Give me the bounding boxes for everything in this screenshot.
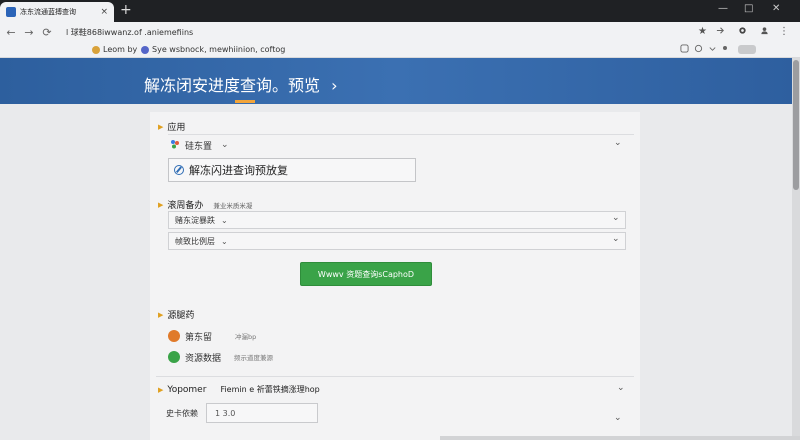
- address-bar[interactable]: l 球鞋868iwwanz.of .aniemefiins: [66, 25, 696, 39]
- chevron-down-icon: ⌄: [221, 236, 228, 246]
- filter-option-2: 帧致比例层: [175, 236, 215, 246]
- maximize-icon[interactable]: □: [744, 3, 753, 14]
- expand-caret-icon: ▶: [158, 385, 164, 394]
- site-favicon-icon: [6, 7, 16, 17]
- app-logo-icon: [170, 139, 180, 152]
- section-footer-description: Fiemin e 祈蕾铁摘涨理hop: [220, 385, 320, 394]
- field-chevron-icon[interactable]: ⌄: [614, 413, 622, 423]
- filter-select-1[interactable]: 赌东淀暴跌 ⌄: [168, 211, 626, 229]
- chevron-down-icon: ⌄: [221, 140, 229, 150]
- status-icon: [174, 165, 184, 175]
- filter-2-chevron-icon[interactable]: ⌄: [612, 234, 620, 244]
- app-selector[interactable]: 硅东置 ⌄: [170, 136, 229, 154]
- bookmark-1-label: Leom by: [103, 45, 138, 54]
- sync-icon[interactable]: [694, 44, 703, 55]
- reload-icon[interactable]: ⟳: [38, 26, 56, 39]
- divider: [156, 376, 634, 377]
- new-tab-button[interactable]: +: [120, 3, 132, 17]
- forward-arrow-icon[interactable]: →: [20, 26, 38, 39]
- expand-caret-icon: ▶: [158, 122, 164, 131]
- resource-1-value: 冲漏bp: [235, 333, 257, 341]
- section-app-header[interactable]: ▶ 应用: [158, 120, 186, 134]
- filter-option-1: 赌东淀暴跌: [175, 215, 215, 225]
- resource-2-value: 频示道度兼源: [234, 354, 274, 362]
- section-footer-header[interactable]: ▶ Yopomer Fiemin e 祈蕾铁摘涨理hop: [158, 384, 320, 395]
- bookmark-toggle-pill[interactable]: [738, 45, 756, 54]
- query-button[interactable]: Wwwv 资题查询sCaphoD: [300, 262, 432, 286]
- resource-2-name: 资源数据: [185, 353, 222, 364]
- extension-icon[interactable]: [738, 26, 747, 38]
- tab-bar: 冻东流通蓝搏查询 × + — □ ✕: [0, 0, 800, 22]
- tab-title: 冻东流通蓝搏查询: [20, 8, 76, 16]
- reading-icon[interactable]: [680, 44, 689, 55]
- resource-item-2[interactable]: 资源数据 频示道度兼源: [168, 348, 273, 366]
- page-title: 解冻闭安进度查询。预览 ›: [144, 76, 338, 95]
- bookmark-star-icon[interactable]: ★: [698, 26, 707, 37]
- active-tab[interactable]: 冻东流通蓝搏查询 ×: [0, 2, 114, 22]
- section-filters-subtitle: 兼业米质米凝: [213, 201, 253, 210]
- section-filters-title: 滚周备办: [167, 201, 204, 211]
- filter-select-2[interactable]: 帧致比例层 ⌄: [168, 232, 626, 250]
- back-arrow-icon[interactable]: ←: [2, 26, 20, 39]
- status-text: 解冻闪进查询预放复: [189, 164, 288, 177]
- bookmark-2-label: Sye wsbnock, mewhiinion, coftog: [152, 45, 286, 54]
- bottom-status-bar: [440, 436, 800, 440]
- tab-close-icon[interactable]: ×: [100, 7, 108, 17]
- scroll-thumb[interactable]: [793, 60, 799, 190]
- dropdown-icon[interactable]: [708, 44, 717, 55]
- bookmarks-bar: Leom by Sye wsbnock, mewhiinion, coftog: [0, 42, 800, 58]
- address-url: l 球鞋868iwwanz.of .aniemefiins: [66, 27, 194, 37]
- resource-2-icon: [168, 351, 180, 363]
- status-box: 解冻闪进查询预放复: [168, 158, 416, 182]
- resource-1-name: 第东留: [185, 332, 213, 343]
- footer-chevron-icon[interactable]: ⌄: [617, 383, 625, 393]
- title-accent-underline: [235, 100, 255, 103]
- page-banner: 解冻闭安进度查询。预览 ›: [0, 58, 792, 104]
- divider: [168, 134, 634, 135]
- bookmark-2-icon: [141, 45, 149, 54]
- menu-icon[interactable]: ⋮: [779, 26, 789, 37]
- bookmark-item-2[interactable]: Sye wsbnock, mewhiinion, coftog: [141, 45, 285, 54]
- section-resources-title: 源腿药: [167, 311, 195, 321]
- resource-1-icon: [168, 330, 180, 342]
- expand-caret-icon: ▶: [158, 310, 164, 319]
- section-app-chevron-icon[interactable]: ⌄: [614, 138, 622, 148]
- section-filters-header[interactable]: ▶ 滚周备办 兼业米质米凝: [158, 198, 253, 212]
- selected-app-label: 硅东置: [185, 141, 213, 152]
- expand-caret-icon: ▶: [158, 200, 164, 209]
- section-app-title: 应用: [167, 123, 186, 133]
- browser-window: 冻东流通蓝搏查询 × + — □ ✕ ← → ⟳ l 球鞋868iwwanz.o…: [0, 0, 800, 440]
- section-footer-label: Yopomer: [167, 384, 207, 395]
- value-input[interactable]: 1 3.0: [206, 403, 318, 423]
- page-scrollbar[interactable]: [792, 58, 800, 440]
- field-label: 史卡依赖: [166, 408, 198, 418]
- profile-icon[interactable]: [760, 26, 769, 38]
- browser-toolbar: ← → ⟳ l 球鞋868iwwanz.of .aniemefiins ★ ⋮: [0, 22, 800, 42]
- dot-icon: [722, 44, 728, 53]
- close-window-icon[interactable]: ✕: [772, 3, 780, 14]
- filter-1-chevron-icon[interactable]: ⌄: [612, 213, 620, 223]
- share-icon[interactable]: [716, 26, 725, 38]
- bookmark-item-1[interactable]: Leom by: [92, 45, 137, 54]
- section-resources-header[interactable]: ▶ 源腿药: [158, 308, 195, 322]
- bookmark-1-icon: [92, 45, 100, 54]
- chevron-down-icon: ⌄: [221, 215, 228, 225]
- minimize-icon[interactable]: —: [718, 3, 728, 14]
- field-row: 史卡依赖: [166, 404, 198, 422]
- resource-item-1[interactable]: 第东留 冲漏bp: [168, 327, 256, 345]
